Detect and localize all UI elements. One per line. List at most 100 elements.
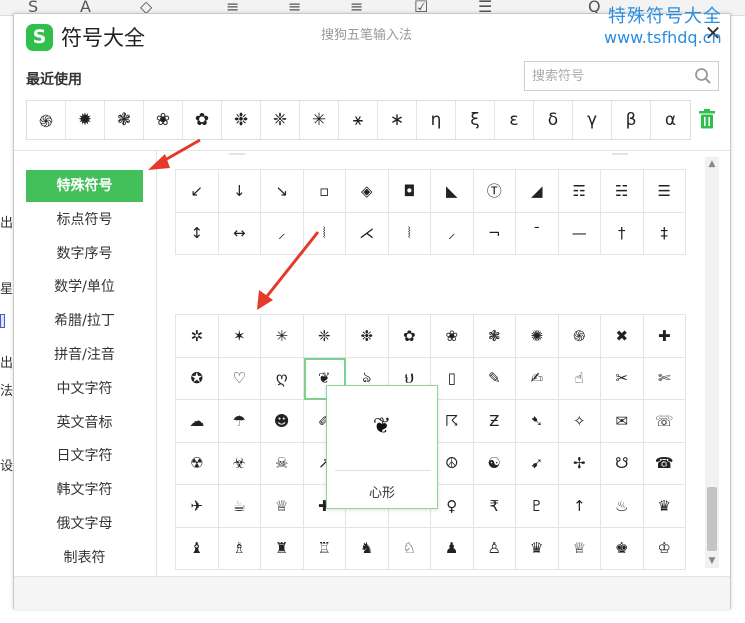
recent-symbol-cell[interactable]: ✿ — [183, 101, 222, 139]
symbol-cell[interactable]: ☂ — [218, 400, 261, 443]
symbol-cell[interactable]: ❉ — [346, 315, 389, 358]
recent-symbol-cell[interactable]: ∗ — [378, 101, 417, 139]
sidebar-category-item[interactable]: 俄文字母 — [26, 508, 143, 540]
symbol-cell[interactable]: ♙ — [473, 527, 516, 570]
symbol-cell[interactable]: ღ — [261, 357, 304, 400]
sidebar-category-item[interactable]: 数字序号 — [26, 238, 143, 270]
recent-symbol-cell[interactable]: ❈ — [261, 101, 300, 139]
recent-symbol-cell[interactable]: ξ — [456, 101, 495, 139]
symbol-cell[interactable]: ◢ — [516, 170, 559, 213]
symbol-cell[interactable]: ✄ — [643, 357, 686, 400]
symbol-cell[interactable]: ❈ — [303, 315, 346, 358]
recent-symbol-cell[interactable]: γ — [573, 101, 612, 139]
symbol-cell[interactable]: ¯ — [516, 212, 559, 255]
symbol-cell[interactable]: ✲ — [176, 315, 219, 358]
symbol-cell[interactable]: ☻ — [261, 400, 304, 443]
symbol-cell[interactable]: ☣ — [218, 442, 261, 485]
sidebar-category-item[interactable]: 拼音/注音 — [26, 339, 143, 371]
symbol-cell[interactable]: ☵ — [601, 170, 644, 213]
symbol-cell[interactable]: ✿ — [388, 315, 431, 358]
symbol-cell[interactable]: ♕ — [261, 485, 304, 528]
recent-symbol-cell[interactable]: ❀ — [144, 101, 183, 139]
symbol-cell[interactable]: ♚ — [601, 527, 644, 570]
symbol-cell[interactable]: ☶ — [558, 170, 601, 213]
sidebar-category-item[interactable]: 日文字符 — [26, 440, 143, 472]
recent-symbol-cell[interactable]: ✳ — [300, 101, 339, 139]
grid-scrollbar[interactable]: ▲ ▼ — [705, 157, 719, 568]
symbol-cell[interactable]: ♝ — [176, 527, 219, 570]
symbol-cell[interactable]: ♞ — [346, 527, 389, 570]
symbol-cell[interactable]: ➹ — [516, 442, 559, 485]
symbol-cell[interactable]: ☝ — [558, 357, 601, 400]
symbol-cell[interactable]: ◘ — [388, 170, 431, 213]
symbol-cell[interactable]: ✳ — [261, 315, 304, 358]
symbol-cell[interactable]: ¬ — [473, 212, 516, 255]
symbol-cell[interactable]: ♗ — [218, 527, 261, 570]
symbol-cell[interactable]: ✶ — [218, 315, 261, 358]
symbol-cell[interactable]: ⋌ — [346, 212, 389, 255]
symbol-cell[interactable]: ☎ — [643, 442, 686, 485]
symbol-cell[interactable]: — — [558, 212, 601, 255]
symbol-cell[interactable]: ↔ — [218, 212, 261, 255]
symbol-cell[interactable]: ♘ — [388, 527, 431, 570]
recent-symbol-cell[interactable]: ❃ — [105, 101, 144, 139]
symbol-cell[interactable]: ☁ — [176, 400, 219, 443]
symbol-cell[interactable]: ♜ — [261, 527, 304, 570]
symbol-cell[interactable]: † — [601, 212, 644, 255]
symbol-cell[interactable]: ✈ — [176, 485, 219, 528]
symbol-cell[interactable]: ₹ — [473, 485, 516, 528]
symbol-cell[interactable]: ♖ — [303, 527, 346, 570]
sidebar-category-item[interactable]: 制表符 — [26, 542, 143, 574]
symbol-cell[interactable]: ❃ — [473, 315, 516, 358]
symbol-cell[interactable]: ♛ — [516, 527, 559, 570]
scroll-thumb[interactable] — [707, 487, 717, 551]
symbol-cell[interactable]: ⦚ — [388, 212, 431, 255]
recent-symbol-cell[interactable]: ε — [495, 101, 534, 139]
symbol-cell[interactable]: ✖ — [601, 315, 644, 358]
sidebar-category-item[interactable]: 标点符号 — [26, 204, 143, 236]
symbol-cell[interactable]: ♔ — [643, 527, 686, 570]
symbol-cell[interactable]: ✍ — [516, 357, 559, 400]
symbol-cell[interactable]: ☰ — [643, 170, 686, 213]
symbol-cell[interactable]: ♕ — [558, 527, 601, 570]
symbol-cell[interactable]: ◣ — [431, 170, 474, 213]
symbol-cell[interactable]: ✧ — [558, 400, 601, 443]
recent-symbol-cell[interactable]: ֍ — [27, 101, 66, 139]
symbol-cell[interactable]: ↙ — [176, 170, 219, 213]
symbol-cell[interactable]: ↕ — [176, 212, 219, 255]
scroll-up-icon[interactable]: ▲ — [705, 157, 719, 171]
symbol-cell[interactable]: ♨ — [601, 485, 644, 528]
recent-symbol-cell[interactable]: δ — [534, 101, 573, 139]
symbol-cell[interactable]: ‡ — [643, 212, 686, 255]
symbol-cell[interactable]: ↘ — [261, 170, 304, 213]
symbol-cell[interactable]: ◈ — [346, 170, 389, 213]
symbol-cell[interactable]: ✎ — [473, 357, 516, 400]
recent-symbol-cell[interactable]: ✹ — [66, 101, 105, 139]
symbol-cell[interactable]: ❀ — [431, 315, 474, 358]
sidebar-category-item[interactable]: 韩文字符 — [26, 474, 143, 506]
symbol-cell[interactable]: ✂ — [601, 357, 644, 400]
search-box[interactable] — [524, 61, 719, 91]
symbol-cell[interactable]: ♛ — [643, 485, 686, 528]
symbol-cell[interactable]: ✉ — [601, 400, 644, 443]
symbol-cell[interactable]: ⦚ — [303, 212, 346, 255]
symbol-cell[interactable]: ☏ — [643, 400, 686, 443]
symbol-cell[interactable]: Ⓣ — [473, 170, 516, 213]
trash-icon[interactable] — [698, 109, 716, 129]
recent-symbol-cell[interactable]: η — [417, 101, 456, 139]
symbol-cell[interactable]: ♇ — [516, 485, 559, 528]
symbol-cell[interactable]: ✢ — [558, 442, 601, 485]
symbol-cell[interactable]: ♡ — [218, 357, 261, 400]
sidebar-category-item[interactable]: 数学/单位 — [26, 271, 143, 303]
recent-symbol-cell[interactable]: α — [651, 101, 690, 139]
symbol-cell[interactable]: ☠ — [261, 442, 304, 485]
symbol-cell[interactable]: ☋ — [601, 442, 644, 485]
recent-symbol-cell[interactable]: ❉ — [222, 101, 261, 139]
recent-symbol-cell[interactable]: ⚹ — [339, 101, 378, 139]
symbol-cell[interactable]: Ƶ — [473, 400, 516, 443]
symbol-cell[interactable]: ⸝ — [261, 212, 304, 255]
search-input[interactable] — [525, 62, 690, 90]
symbol-cell[interactable]: ↓ — [218, 170, 261, 213]
sidebar-category-item[interactable]: 特殊符号 — [26, 170, 143, 202]
sidebar-category-item[interactable]: 英文音标 — [26, 407, 143, 439]
